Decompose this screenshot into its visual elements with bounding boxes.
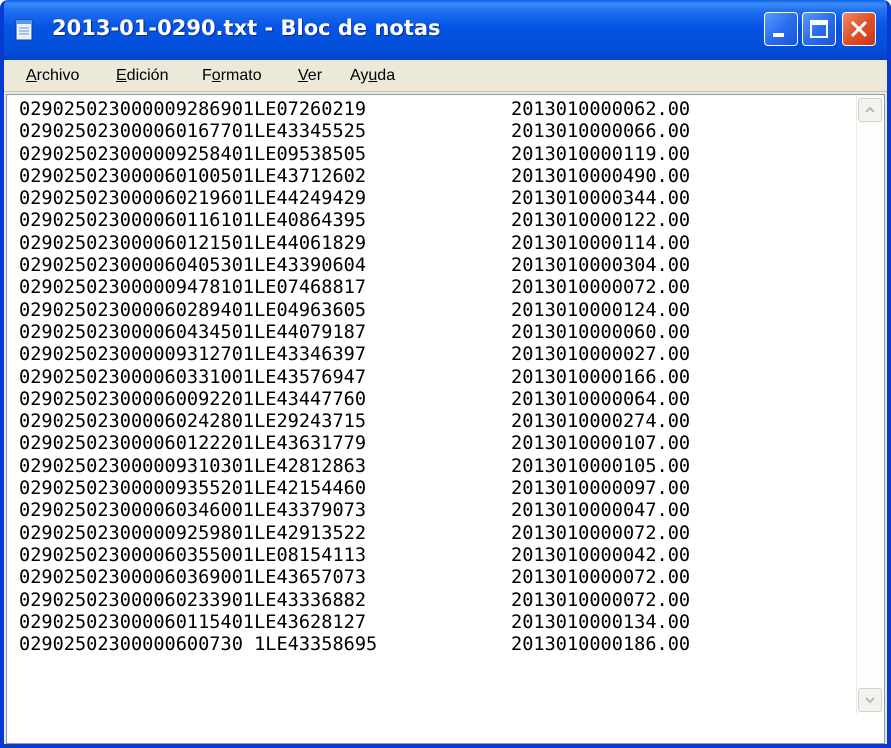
text-editor[interactable]: 029025023000009286901LE07260219 201301000…: [6, 94, 885, 744]
scroll-up-button[interactable]: [858, 98, 882, 122]
maximize-button[interactable]: [802, 12, 836, 46]
record-amount: 2013010000490.00: [511, 165, 691, 187]
record-code: 029025023000060122201LE43631779: [19, 433, 367, 455]
record-amount: 2013010000114.00: [511, 232, 691, 254]
scroll-down-button[interactable]: [858, 688, 882, 712]
record-amount: 2013010000134.00: [511, 611, 691, 633]
record-code: 029025023000060121501LE44061829: [19, 232, 367, 254]
record-code: 029025023000009258401LE09538505: [19, 143, 367, 165]
record-code: 029025023000060219601LE44249429: [19, 188, 367, 210]
text-line: 029025023000060116101LE40864395 201301000…: [19, 210, 849, 232]
record-code: 029025023000060100501LE43712602: [19, 165, 367, 187]
record-amount: 2013010000097.00: [511, 478, 691, 500]
record-code: 029025023000060331001LE43576947: [19, 366, 367, 388]
record-code: 02902502300000600730 1LE43358695: [19, 634, 378, 656]
text-line: 029025023000009355201LE42154460 201301000…: [19, 478, 849, 500]
close-button[interactable]: [842, 12, 876, 46]
record-amount: 2013010000107.00: [511, 433, 691, 455]
record-code: 029025023000060242801LE29243715: [19, 411, 367, 433]
menu-formato[interactable]: Formato: [202, 67, 262, 85]
record-code: 029025023000060355001LE08154113: [19, 544, 367, 566]
record-amount: 2013010000072.00: [511, 522, 691, 544]
record-code: 029025023000009259801LE42913522: [19, 522, 367, 544]
maximize-icon: [810, 20, 828, 38]
text-line: 029025023000060100501LE43712602 201301000…: [19, 166, 849, 188]
chevron-down-icon: [865, 697, 875, 704]
menu-ayuda[interactable]: Ayuda: [350, 67, 395, 85]
menu-ver[interactable]: Ver: [298, 67, 322, 85]
document-text[interactable]: 029025023000009286901LE07260219 201301000…: [19, 99, 849, 719]
record-code: 029025023000060115401LE43628127: [19, 611, 367, 633]
record-amount: 2013010000124.00: [511, 299, 691, 321]
vertical-scrollbar[interactable]: [856, 96, 883, 714]
text-line: 029025023000060219601LE44249429 201301000…: [19, 188, 849, 210]
text-line: 029025023000060434501LE44079187 201301000…: [19, 322, 849, 344]
menu-bar: Archivo Edición Formato Ver Ayuda: [4, 60, 887, 92]
text-line: 029025023000060122201LE43631779 201301000…: [19, 433, 849, 455]
record-amount: 2013010000186.00: [511, 634, 691, 656]
text-line: 029025023000009310301LE42812863 201301000…: [19, 456, 849, 478]
record-amount: 2013010000047.00: [511, 500, 691, 522]
text-line: 029025023000060092201LE43447760 201301000…: [19, 389, 849, 411]
text-line: 029025023000060289401LE04963605 201301000…: [19, 300, 849, 322]
record-amount: 2013010000042.00: [511, 544, 691, 566]
record-amount: 2013010000060.00: [511, 321, 691, 343]
text-line: 029025023000009259801LE42913522 201301000…: [19, 523, 849, 545]
record-amount: 2013010000304.00: [511, 255, 691, 277]
text-line: 029025023000060355001LE08154113 201301000…: [19, 545, 849, 567]
text-line: 029025023000060233901LE43336882 201301000…: [19, 590, 849, 612]
record-amount: 2013010000064.00: [511, 388, 691, 410]
text-line: 029025023000060346001LE43379073 201301000…: [19, 500, 849, 522]
record-code: 029025023000009310301LE42812863: [19, 455, 367, 477]
record-code: 029025023000060434501LE44079187: [19, 321, 367, 343]
minimize-icon: [773, 33, 784, 37]
text-line: 029025023000009286901LE07260219 201301000…: [19, 99, 849, 121]
text-line: 029025023000060369001LE43657073 201301000…: [19, 567, 849, 589]
text-line: 029025023000060115401LE43628127 201301000…: [19, 612, 849, 634]
record-code: 029025023000060289401LE04963605: [19, 299, 367, 321]
text-line: 029025023000009312701LE43346397 201301000…: [19, 344, 849, 366]
text-line: 029025023000060167701LE43345525 201301000…: [19, 121, 849, 143]
minimize-button[interactable]: [764, 12, 798, 46]
record-code: 029025023000009286901LE07260219: [19, 99, 367, 120]
record-code: 029025023000060116101LE40864395: [19, 210, 367, 232]
notepad-window: 2013-01-0290.txt - Bloc de notas Archivo…: [0, 0, 891, 748]
text-line: 029025023000060405301LE43390604 201301000…: [19, 255, 849, 277]
record-code: 029025023000060233901LE43336882: [19, 589, 367, 611]
text-line: 029025023000060331001LE43576947 201301000…: [19, 367, 849, 389]
text-line: 029025023000009478101LE07468817 201301000…: [19, 277, 849, 299]
menu-archivo[interactable]: Archivo: [26, 67, 79, 85]
menu-edicion[interactable]: Edición: [116, 67, 168, 85]
record-code: 029025023000009312701LE43346397: [19, 344, 367, 366]
record-code: 029025023000060167701LE43345525: [19, 121, 367, 143]
record-code: 029025023000009478101LE07468817: [19, 277, 367, 299]
text-line: 02902502300000600730 1LE43358695 20130100…: [19, 634, 849, 656]
record-amount: 2013010000062.00: [511, 99, 691, 120]
record-code: 029025023000060369001LE43657073: [19, 567, 367, 589]
record-amount: 2013010000105.00: [511, 455, 691, 477]
record-amount: 2013010000166.00: [511, 366, 691, 388]
window-title: 2013-01-0290.txt - Bloc de notas: [52, 16, 441, 40]
title-bar[interactable]: 2013-01-0290.txt - Bloc de notas: [4, 0, 887, 60]
notepad-icon: [15, 19, 33, 41]
close-icon: [850, 20, 868, 38]
record-amount: 2013010000344.00: [511, 188, 691, 210]
record-amount: 2013010000122.00: [511, 210, 691, 232]
text-line: 029025023000060242801LE29243715 201301000…: [19, 411, 849, 433]
record-amount: 2013010000119.00: [511, 143, 691, 165]
record-code: 029025023000060346001LE43379073: [19, 500, 367, 522]
record-amount: 2013010000072.00: [511, 589, 691, 611]
record-code: 029025023000060092201LE43447760: [19, 388, 367, 410]
text-line: 029025023000009258401LE09538505 201301000…: [19, 144, 849, 166]
record-code: 029025023000009355201LE42154460: [19, 478, 367, 500]
chevron-up-icon: [865, 106, 875, 113]
record-amount: 2013010000072.00: [511, 567, 691, 589]
record-code: 029025023000060405301LE43390604: [19, 255, 367, 277]
record-amount: 2013010000274.00: [511, 411, 691, 433]
record-amount: 2013010000027.00: [511, 344, 691, 366]
record-amount: 2013010000072.00: [511, 277, 691, 299]
text-line: 029025023000060121501LE44061829 201301000…: [19, 233, 849, 255]
record-amount: 2013010000066.00: [511, 121, 691, 143]
